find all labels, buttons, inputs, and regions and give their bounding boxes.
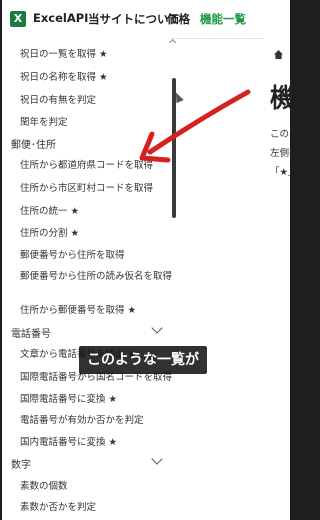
red-arrow-annotation — [139, 89, 251, 163]
video-caption: このような一覧が — [79, 346, 207, 374]
screen: X ExcelAPI 当サイトについて 価格 機能一覧 祝日の一覧を取得 ★ 祝… — [2, 0, 290, 520]
